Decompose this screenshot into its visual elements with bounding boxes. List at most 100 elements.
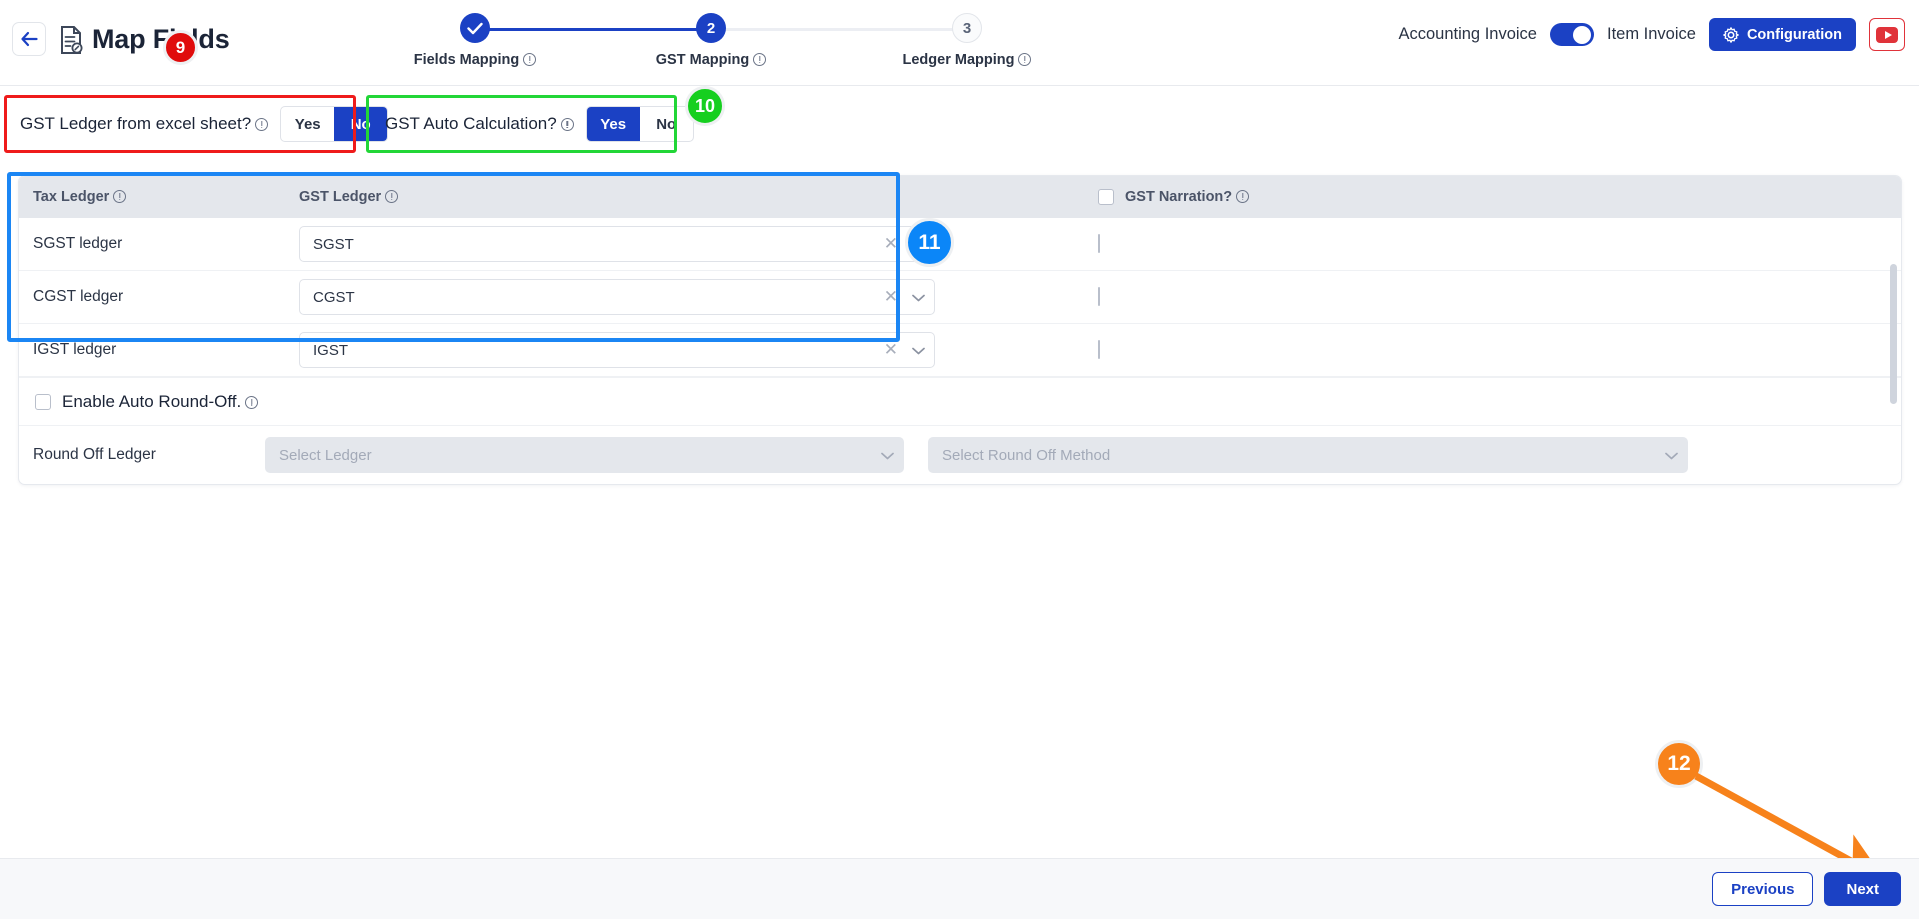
cgst-ledger-select[interactable]: CGST ✕ <box>299 279 935 315</box>
excel-ledger-no[interactable]: No <box>334 107 388 141</box>
info-icon[interactable] <box>113 190 127 203</box>
column-header-gst-ledger: GST Ledger <box>299 189 1089 205</box>
row-narration-sgst <box>1089 234 1901 253</box>
column-header-gst-narration: GST Narration? <box>1089 189 1901 205</box>
chevron-down-icon <box>881 448 894 463</box>
excel-ledger-yesno: Yes No <box>280 106 389 142</box>
enable-auto-roundoff-label: Enable Auto Round-Off. <box>62 391 259 412</box>
row-label-igst: IGST ledger <box>33 341 117 358</box>
clear-icon[interactable]: ✕ <box>884 340 898 360</box>
enable-auto-roundoff-checkbox[interactable] <box>35 393 51 410</box>
excel-ledger-yes[interactable]: Yes <box>281 107 334 141</box>
step-ledger-mapping[interactable]: 3 Ledger Mapping <box>882 8 1052 68</box>
step-label-text: GST Mapping <box>655 52 750 68</box>
igst-ledger-value: IGST <box>313 341 349 359</box>
round-off-ledger-placeholder: Select Ledger <box>279 446 372 464</box>
step-fields-mapping-label: Fields Mapping <box>390 52 560 68</box>
info-icon[interactable] <box>245 395 259 409</box>
step-gst-mapping-label: GST Mapping <box>626 52 796 68</box>
igst-narration-checkbox[interactable] <box>1098 340 1100 359</box>
chevron-down-icon[interactable] <box>912 290 925 305</box>
round-off-ledger-select[interactable]: Select Ledger <box>265 437 904 473</box>
annotation-badge-12: 12 <box>1655 740 1703 788</box>
sgst-narration-checkbox[interactable] <box>1098 234 1100 253</box>
invoice-type-toggle[interactable] <box>1549 23 1594 46</box>
accounting-invoice-label: Accounting Invoice <box>1398 25 1537 43</box>
row-narration-cgst <box>1089 287 1901 306</box>
igst-ledger-select[interactable]: IGST ✕ <box>299 332 935 368</box>
info-icon[interactable] <box>1018 53 1032 66</box>
sgst-ledger-value: SGST <box>313 235 354 253</box>
youtube-icon <box>1876 26 1898 43</box>
round-off-method-placeholder: Select Round Off Method <box>942 446 1111 464</box>
sgst-ledger-select[interactable]: SGST ✕ <box>299 226 935 262</box>
youtube-help-button[interactable] <box>1869 18 1905 51</box>
row-narration-igst <box>1089 340 1901 359</box>
app-header: Map Fields Fields Mapping 2 GST Mapping … <box>0 0 1919 86</box>
column-header-tax-ledger-text: Tax Ledger <box>33 189 110 205</box>
step-gst-mapping-circle: 2 <box>696 13 726 43</box>
cgst-ledger-value: CGST <box>313 288 355 306</box>
gst-mapping-card: Tax Ledger GST Ledger GST Narration? SGS… <box>18 175 1902 485</box>
info-icon[interactable] <box>385 190 399 203</box>
table-row: IGST ledger IGST ✕ <box>19 324 1901 377</box>
next-button[interactable]: Next <box>1824 872 1901 906</box>
step-label-text: Ledger Mapping <box>902 52 1015 68</box>
column-header-gst-ledger-text: GST Ledger <box>299 189 382 205</box>
excel-ledger-option: GST Ledger from excel sheet? Yes No <box>20 106 389 142</box>
info-icon[interactable] <box>1236 190 1250 203</box>
round-off-section: Enable Auto Round-Off. Round Off Ledger … <box>19 377 1901 484</box>
auto-calculation-no[interactable]: No <box>640 107 693 141</box>
header-actions: Accounting Invoice Item Invoice Configur… <box>1398 18 1905 51</box>
round-off-ledger-row: Round Off Ledger Select Ledger Select Ro… <box>19 426 1901 484</box>
excel-ledger-label: GST Ledger from excel sheet? <box>20 114 269 134</box>
auto-calculation-yesno: Yes No <box>585 106 694 142</box>
info-icon[interactable] <box>255 118 269 131</box>
cgst-narration-checkbox[interactable] <box>1098 287 1100 306</box>
step-fields-mapping[interactable]: Fields Mapping <box>390 8 560 68</box>
step-fields-mapping-circle <box>460 13 490 43</box>
row-label-cgst: CGST ledger <box>33 288 124 305</box>
row-field-sgst: SGST ✕ <box>299 226 1089 262</box>
item-invoice-label: Item Invoice <box>1606 25 1696 43</box>
round-off-ledger-label: Round Off Ledger <box>33 446 156 463</box>
check-icon <box>467 22 483 34</box>
step-label-text: Fields Mapping <box>413 52 520 68</box>
clear-icon[interactable]: ✕ <box>884 287 898 307</box>
document-edit-icon <box>61 26 83 54</box>
previous-button[interactable]: Previous <box>1712 872 1814 906</box>
configuration-button[interactable]: Configuration <box>1708 18 1856 51</box>
clear-icon[interactable]: ✕ <box>884 234 898 254</box>
row-field-cgst: CGST ✕ <box>299 279 1089 315</box>
wizard-footer: Previous Next <box>0 858 1919 919</box>
page-title: Map Fields <box>92 24 230 54</box>
column-header-gst-narration-text: GST Narration? <box>1125 189 1233 205</box>
info-icon[interactable] <box>523 53 537 66</box>
table-header-row: Tax Ledger GST Ledger GST Narration? <box>19 176 1901 218</box>
step-gst-mapping[interactable]: 2 GST Mapping <box>626 8 796 68</box>
arrow-left-icon <box>21 31 38 47</box>
auto-calculation-label-text: GST Auto Calculation? <box>385 114 557 133</box>
row-field-igst: IGST ✕ <box>299 332 1089 368</box>
auto-calculation-label: GST Auto Calculation? <box>385 114 574 134</box>
step-ledger-mapping-label: Ledger Mapping <box>882 52 1052 68</box>
chevron-down-icon <box>1665 448 1678 463</box>
back-button[interactable] <box>12 22 46 56</box>
gst-narration-checkbox[interactable] <box>1098 189 1114 205</box>
table-scrollbar[interactable] <box>1890 264 1897 404</box>
info-icon[interactable] <box>560 118 574 131</box>
round-off-method-select[interactable]: Select Round Off Method <box>928 437 1688 473</box>
enable-auto-roundoff-label-text: Enable Auto Round-Off. <box>62 391 242 411</box>
chevron-down-icon[interactable] <box>912 237 925 252</box>
step-ledger-mapping-circle: 3 <box>952 13 982 43</box>
auto-calculation-yes[interactable]: Yes <box>586 107 640 141</box>
table-body: SGST ledger SGST ✕ CGST ledger CGST ✕ IG… <box>19 218 1901 404</box>
row-label-sgst: SGST ledger <box>33 235 123 252</box>
excel-ledger-label-text: GST Ledger from excel sheet? <box>20 114 252 133</box>
column-header-tax-ledger: Tax Ledger <box>19 189 299 205</box>
toggle-knob <box>1573 25 1592 44</box>
gst-options-row: GST Ledger from excel sheet? Yes No GST … <box>0 86 1919 160</box>
table-row: SGST ledger SGST ✕ <box>19 218 1901 271</box>
info-icon[interactable] <box>753 53 767 66</box>
chevron-down-icon[interactable] <box>912 343 925 358</box>
